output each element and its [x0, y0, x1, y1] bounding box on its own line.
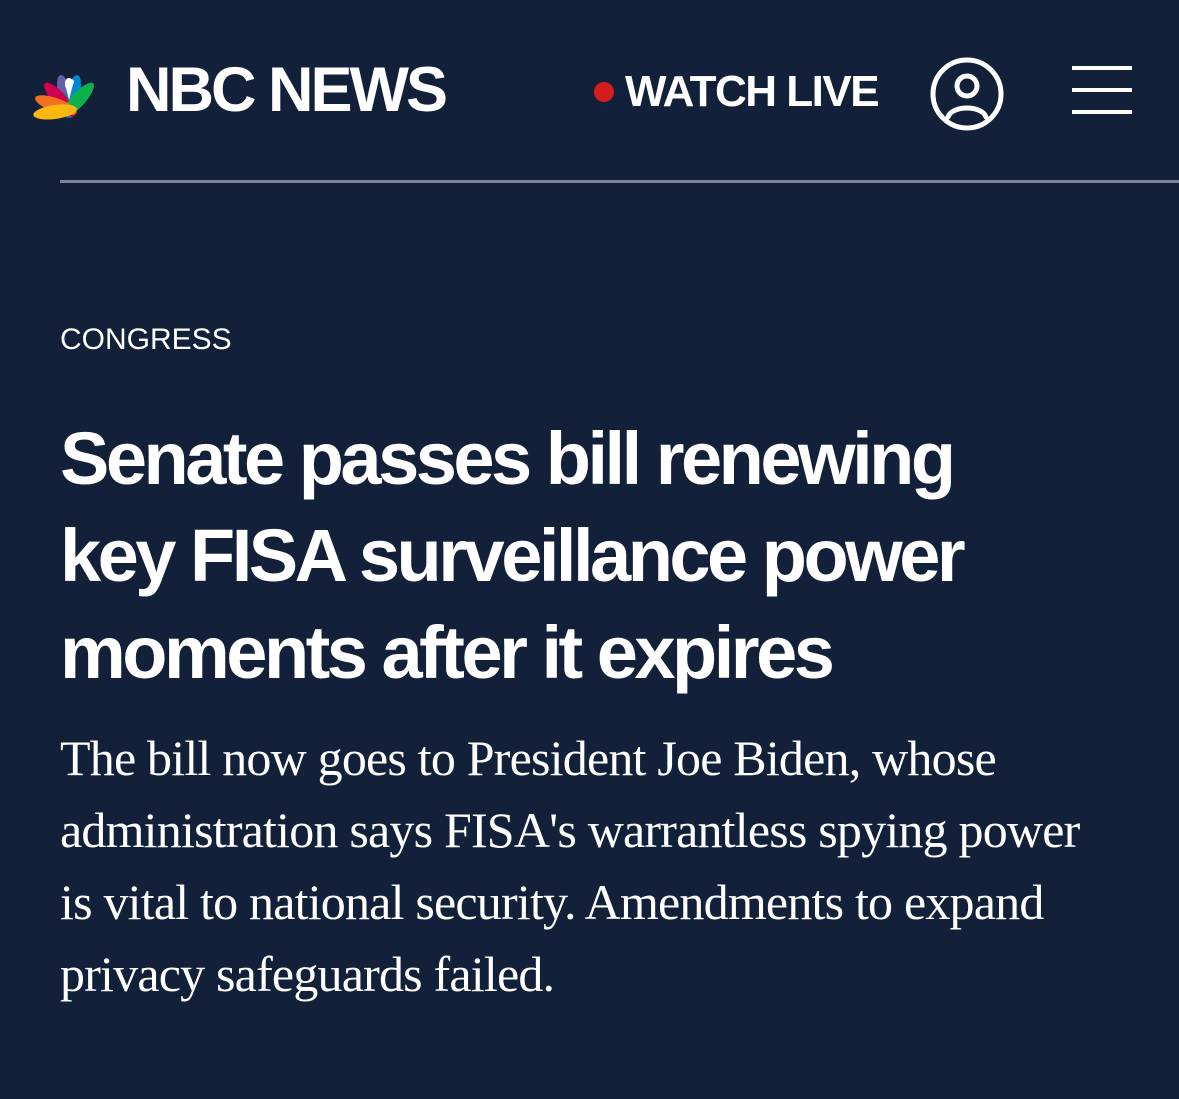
user-account-icon: [930, 57, 1004, 131]
dek-line: administration says FISA's warrantless s…: [60, 802, 1080, 858]
nbc-news-logo[interactable]: NBC NEWS: [28, 55, 448, 125]
account-button[interactable]: [928, 55, 1006, 133]
article-headline: Senate passes bill renewing key FISA sur…: [60, 410, 1150, 701]
dek-line: The bill now goes to President Joe Biden…: [60, 730, 997, 786]
watch-live-button[interactable]: WATCH LIVE: [594, 64, 880, 120]
headline-line: Senate passes bill renewing: [60, 417, 956, 500]
watch-live-label: WATCH LIVE: [625, 67, 880, 116]
nbc-news-wordmark: NBC NEWS: [126, 55, 448, 125]
live-indicator-dot: [594, 82, 614, 102]
hamburger-menu-icon: [1072, 66, 1132, 114]
site-header: NBC NEWS WATCH LIVE: [0, 0, 1179, 183]
headline-line: key FISA surveillance power: [60, 514, 966, 597]
article-dek: The bill now goes to President Joe Biden…: [60, 722, 1160, 1010]
menu-button[interactable]: [1072, 64, 1132, 116]
headline-line: moments after it expires: [60, 611, 835, 694]
header-divider: [60, 180, 1179, 183]
dek-line: is vital to national security. Amendment…: [60, 874, 1044, 930]
section-label-link[interactable]: CONGRESS: [60, 322, 232, 358]
dek-line: privacy safeguards failed.: [60, 946, 555, 1002]
nbc-peacock-icon: [33, 75, 94, 120]
